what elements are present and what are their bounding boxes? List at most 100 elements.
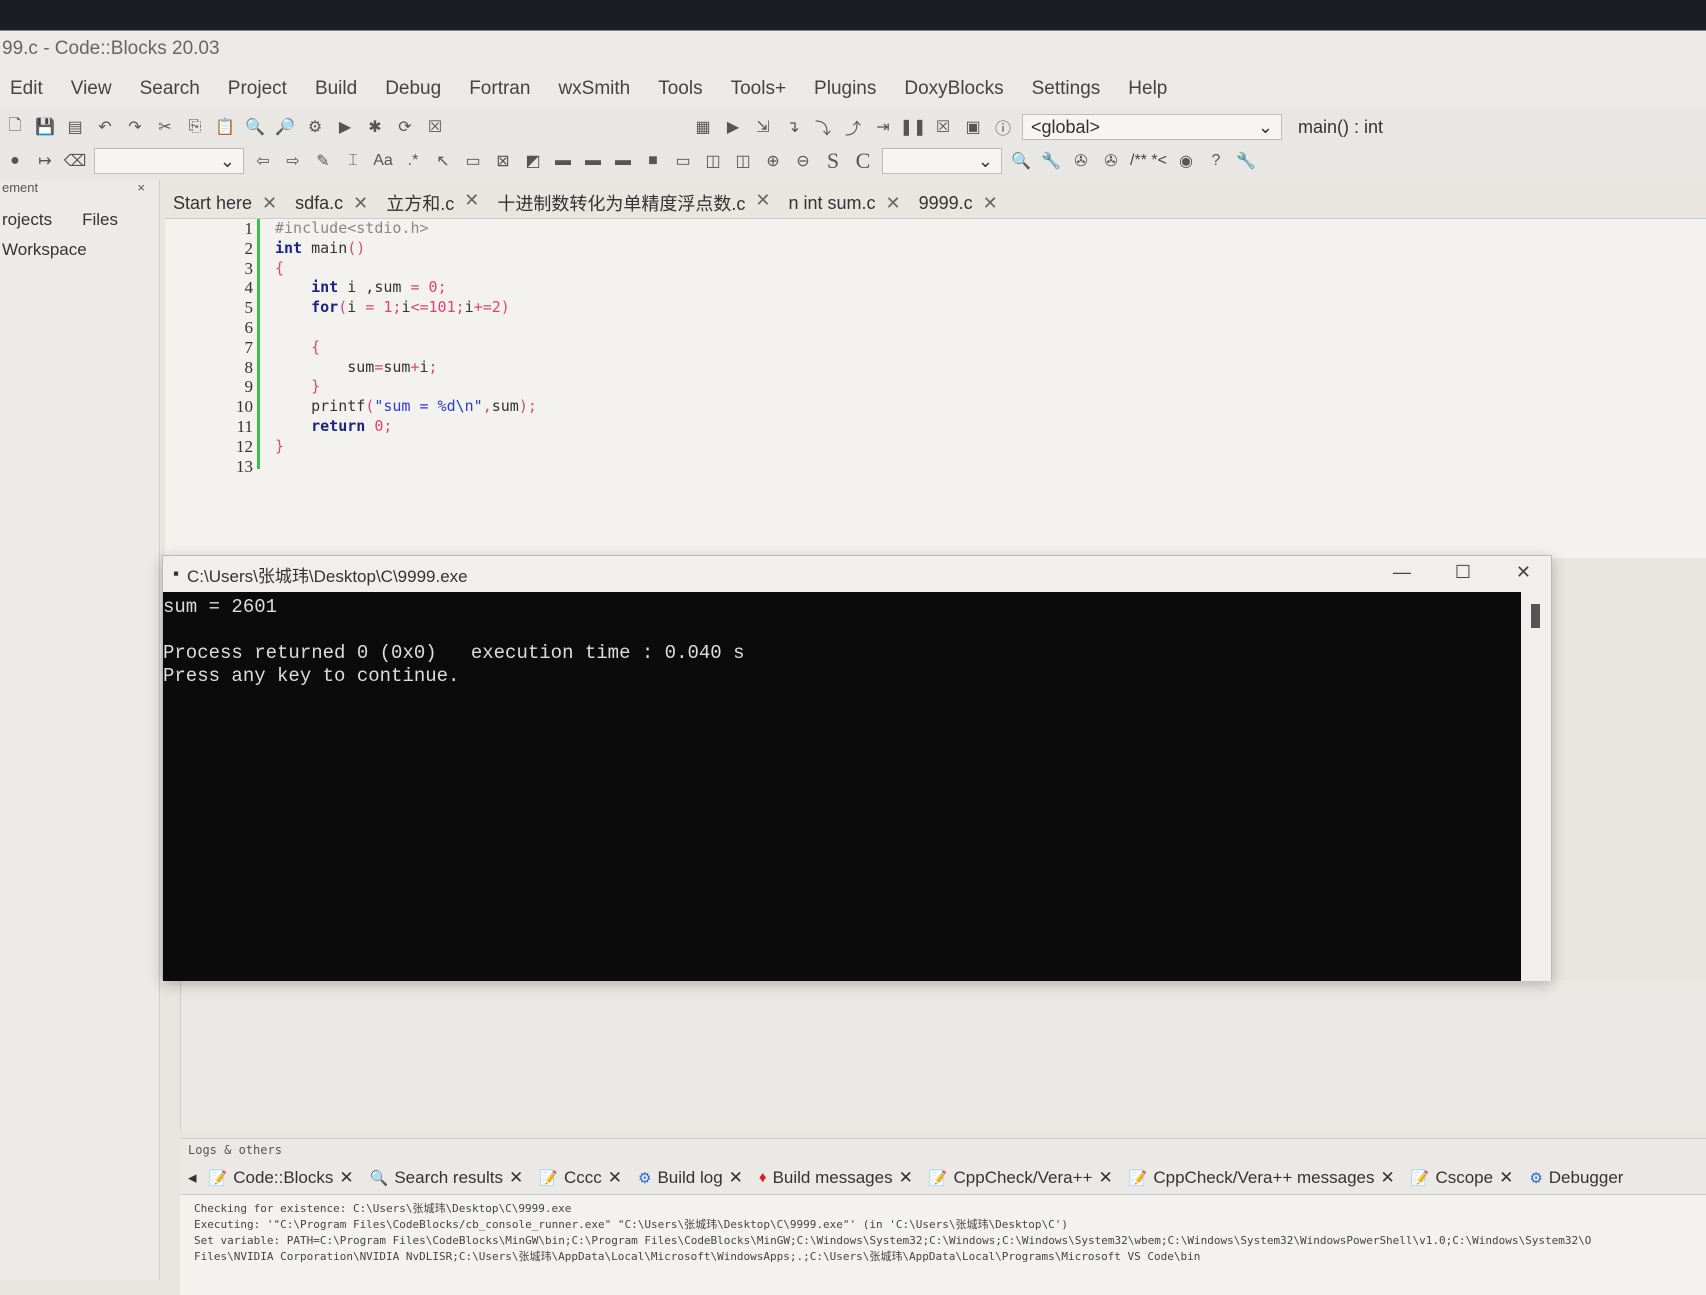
menu-project[interactable]: Project	[228, 78, 287, 100]
logs-tab[interactable]: 📝 Code::Blocks ✕	[209, 1168, 354, 1188]
jump-icon[interactable]: ↦	[34, 150, 56, 172]
build-gear-icon[interactable]: ⚙	[304, 116, 326, 138]
back-icon[interactable]: ⇦	[252, 150, 274, 172]
next-instruction-icon[interactable]: ⇥	[872, 116, 894, 138]
doxy-extract-icon[interactable]: ✇	[1100, 150, 1122, 172]
target-select[interactable]: ⌄	[94, 148, 244, 174]
menu-debug[interactable]: Debug	[385, 78, 441, 100]
settings-wrench-icon[interactable]: 🔧	[1235, 150, 1257, 172]
pointer-icon[interactable]: ↖	[432, 150, 454, 172]
menu-view[interactable]: View	[71, 78, 112, 100]
workspace-tree-item[interactable]: Workspace	[0, 240, 159, 260]
highlight-icon[interactable]: ✎	[312, 150, 334, 172]
tab-projects[interactable]: rojects	[2, 210, 52, 230]
layout6-icon[interactable]: ■	[642, 150, 664, 172]
wrench-search-icon[interactable]: 🔧	[1040, 150, 1062, 172]
regex-icon[interactable]: .*	[402, 150, 424, 172]
close-icon[interactable]: ✕	[1098, 1168, 1112, 1188]
editor-tab[interactable]: Start here ✕	[173, 193, 277, 214]
menu-plugins[interactable]: Plugins	[814, 78, 876, 100]
console-window[interactable]: ▪ C:\Users\张城玮\Desktop\C\9999.exe — ☐ ✕ …	[162, 555, 1552, 981]
menu-wxsmith[interactable]: wxSmith	[558, 78, 630, 100]
close-icon[interactable]: ✕	[1516, 562, 1531, 583]
scrollbar-thumb[interactable]	[1531, 604, 1540, 628]
help-icon[interactable]: ?	[1205, 150, 1227, 172]
pause-icon[interactable]: ❚❚	[900, 116, 927, 138]
zoom-in-icon[interactable]: ⊕	[762, 150, 784, 172]
maximize-icon[interactable]: ☐	[1455, 562, 1471, 583]
run-to-cursor-icon[interactable]: ⇲	[752, 116, 774, 138]
zoom-out-icon[interactable]: ⊖	[792, 150, 814, 172]
paste-icon[interactable]: 📋	[214, 116, 236, 138]
info-icon[interactable]: ⓘ	[992, 116, 1014, 138]
build-run-icon[interactable]: ✱	[364, 116, 386, 138]
console-scrollbar[interactable]	[1521, 592, 1551, 981]
code-area[interactable]: #include<stdio.h> int main(){ int i ,sum …	[275, 219, 537, 476]
doxy-config-icon[interactable]: ✇	[1070, 150, 1092, 172]
save-all-icon[interactable]: ▤	[64, 116, 86, 138]
logs-tab[interactable]: 📝 CppCheck/Vera++ messages ✕	[1129, 1168, 1395, 1188]
copy-icon[interactable]: ⎘	[184, 116, 206, 138]
menu-tools[interactable]: Tools+	[731, 78, 786, 100]
sizer2-icon[interactable]: ◫	[702, 150, 724, 172]
layout2-icon[interactable]: ◩	[522, 150, 544, 172]
layout4-icon[interactable]: ▬	[582, 150, 604, 172]
close-icon[interactable]: ✕	[464, 190, 479, 216]
match-case-icon[interactable]: Aa	[372, 150, 394, 172]
record-icon[interactable]: ●	[4, 150, 26, 172]
redo-icon[interactable]: ↷	[124, 116, 146, 138]
close-icon[interactable]: ✕	[608, 1168, 622, 1188]
search-combo[interactable]: ⌄	[882, 148, 1002, 174]
menu-tools[interactable]: Tools	[658, 78, 702, 100]
close-icon[interactable]: ✕	[886, 193, 901, 214]
logs-tab[interactable]: ♦ Build messages ✕	[759, 1168, 913, 1188]
close-icon[interactable]: ✕	[1499, 1168, 1513, 1188]
close-icon[interactable]: ✕	[983, 193, 998, 214]
close-icon[interactable]: ✕	[1381, 1168, 1395, 1188]
tab-files[interactable]: Files	[82, 210, 118, 230]
editor-tab[interactable]: 十进制数转化为单精度浮点数.c ✕	[497, 190, 770, 216]
layout1-icon[interactable]: ⊠	[492, 150, 514, 172]
selection-icon[interactable]: ⌶	[342, 150, 364, 172]
menu-help[interactable]: Help	[1128, 78, 1167, 100]
logs-tab[interactable]: 📝 CppCheck/Vera++ ✕	[929, 1168, 1113, 1188]
abort-icon[interactable]: ☒	[424, 116, 446, 138]
close-icon[interactable]: ✕	[509, 1168, 523, 1188]
clear-icon[interactable]: ⌫	[64, 150, 87, 172]
debug-run-icon[interactable]: ▶	[722, 116, 744, 138]
logs-tab[interactable]: 📝 Cscope ✕	[1411, 1168, 1514, 1188]
logs-tab[interactable]: 📝 Cccc ✕	[539, 1168, 622, 1188]
menu-search[interactable]: Search	[140, 78, 200, 100]
sizer3-icon[interactable]: ◫	[732, 150, 754, 172]
step-into-icon[interactable]: ⤵	[812, 116, 834, 138]
new-file-icon[interactable]: 🗋	[4, 116, 26, 138]
cut-icon[interactable]: ✂	[154, 116, 176, 138]
editor-tab[interactable]: 立方和.c ✕	[386, 190, 479, 216]
replace-icon[interactable]: 🔎	[274, 116, 296, 138]
target-icon[interactable]: ▦	[692, 116, 714, 138]
rebuild-icon[interactable]: ⟳	[394, 116, 416, 138]
logs-tab[interactable]: ⚙ Debugger	[1529, 1168, 1623, 1188]
step-out-icon[interactable]: ⤴	[842, 116, 864, 138]
layout5-icon[interactable]: ▬	[612, 150, 634, 172]
s-button[interactable]: S	[822, 148, 844, 173]
close-icon[interactable]: ✕	[262, 193, 277, 214]
scroll-left-icon[interactable]: ◂	[188, 1168, 197, 1188]
panel-icon[interactable]: ▭	[462, 150, 484, 172]
close-icon[interactable]: ✕	[755, 190, 770, 216]
function-select[interactable]: main() : int	[1290, 114, 1490, 140]
editor-tab[interactable]: sdfa.c ✕	[295, 193, 368, 214]
undo-icon[interactable]: ↶	[94, 116, 116, 138]
doxy-html-icon[interactable]: ◉	[1175, 150, 1197, 172]
menu-doxyblocks[interactable]: DoxyBlocks	[904, 78, 1003, 100]
code-editor[interactable]: 1 2 3 4 5 6 7 8 9 10 11 12 13 #include<stdio.h> int m…	[165, 218, 1706, 558]
editor-tab[interactable]: n int sum.c ✕	[788, 193, 900, 214]
console-title-bar[interactable]: ▪ C:\Users\张城玮\Desktop\C\9999.exe — ☐ ✕	[163, 556, 1551, 592]
close-icon[interactable]: ✕	[899, 1168, 913, 1188]
c-button[interactable]: C	[852, 148, 874, 173]
logs-tab[interactable]: 🔍 Search results ✕	[370, 1168, 524, 1188]
menu-edit[interactable]: Edit	[10, 78, 43, 100]
next-line-icon[interactable]: ↴	[782, 116, 804, 138]
sizer1-icon[interactable]: ▭	[672, 150, 694, 172]
layout3-icon[interactable]: ▬	[552, 150, 574, 172]
